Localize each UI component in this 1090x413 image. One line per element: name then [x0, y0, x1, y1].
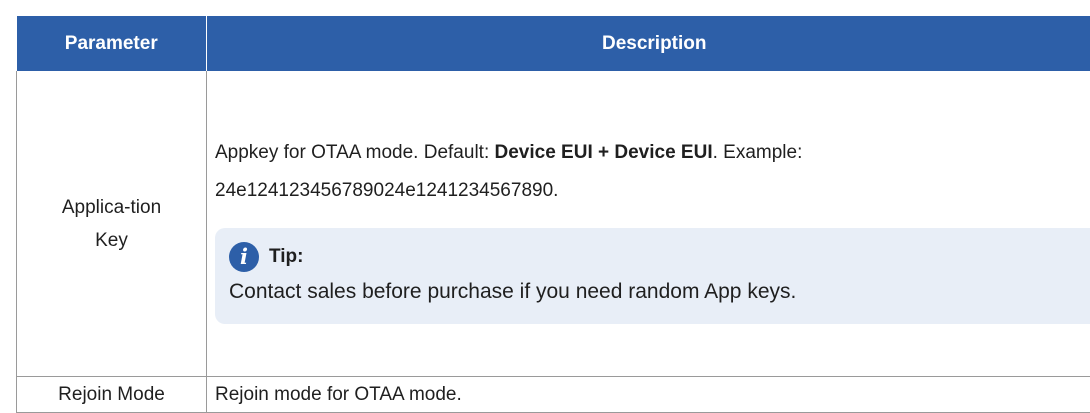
header-description: Description	[207, 16, 1090, 71]
table-row: Applica-tion Key Appkey for OTAA mode. D…	[17, 71, 1090, 377]
info-icon: i	[229, 242, 259, 272]
table-header-row: Parameter Description	[17, 16, 1090, 71]
tip-body: Contact sales before purchase if you nee…	[229, 272, 1080, 312]
description-cell: Appkey for OTAA mode. Default: Device EU…	[207, 71, 1090, 377]
parameter-name: Applica-tion Key	[52, 191, 172, 257]
parameter-name: Rejoin Mode	[58, 384, 165, 405]
parameter-cell: Applica-tion Key	[17, 71, 207, 377]
description-cell: Rejoin mode for OTAA mode.	[207, 377, 1090, 413]
parameter-table: Parameter Description Applica-tion Key A…	[16, 16, 1090, 413]
parameter-cell: Rejoin Mode	[17, 377, 207, 413]
tip-title: Tip:	[269, 242, 1080, 272]
description-lead: Appkey for OTAA mode. Default:	[215, 142, 495, 163]
table-row: Rejoin Mode Rejoin mode for OTAA mode.	[17, 377, 1090, 413]
header-parameter: Parameter	[17, 16, 207, 71]
tip-box: i Tip: Contact sales before purchase if …	[215, 228, 1090, 324]
description-text: Appkey for OTAA mode. Default: Device EU…	[215, 134, 1090, 210]
description-default-value: Device EUI + Device EUI	[495, 142, 713, 163]
